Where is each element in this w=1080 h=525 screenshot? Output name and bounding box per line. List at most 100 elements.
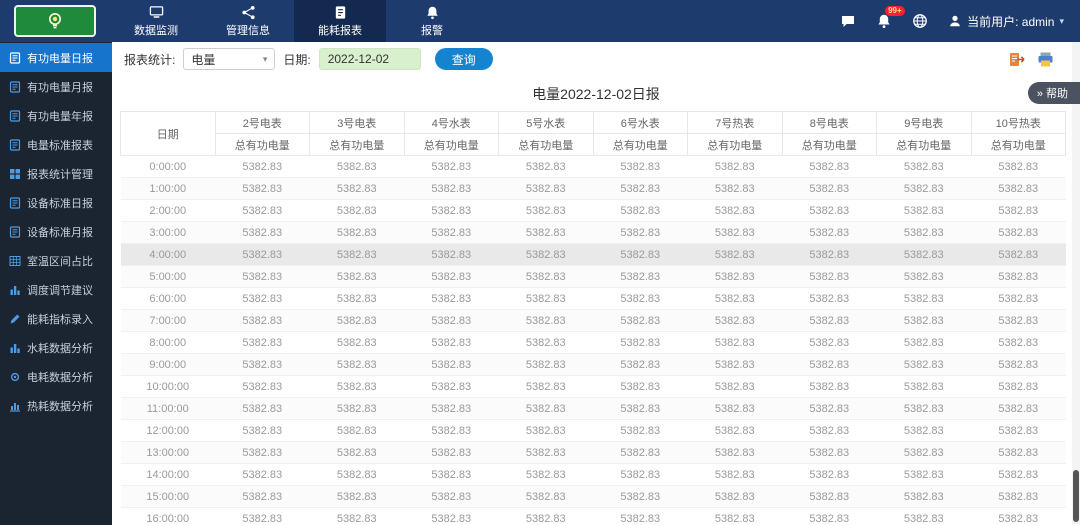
print-icon[interactable] bbox=[1037, 51, 1054, 68]
value-cell: 5382.83 bbox=[876, 397, 971, 420]
table-row[interactable]: 3:00:00 5382.83 5382.83 5382.83 5382.83 5382.… bbox=[120, 221, 1066, 244]
value-cell: 5382.83 bbox=[404, 155, 499, 178]
table-icon bbox=[9, 255, 21, 267]
value-cell: 5382.83 bbox=[971, 177, 1066, 200]
sidebar-item[interactable]: 热耗数据分析 bbox=[0, 391, 112, 420]
value-cell: 5382.83 bbox=[215, 485, 310, 508]
value-cell: 5382.83 bbox=[593, 221, 688, 244]
value-cell: 5382.83 bbox=[782, 331, 877, 354]
value-cell: 5382.83 bbox=[593, 287, 688, 310]
value-cell: 5382.83 bbox=[215, 199, 310, 222]
chat-icon[interactable] bbox=[840, 13, 856, 29]
value-cell: 5382.83 bbox=[971, 265, 1066, 288]
document-icon bbox=[333, 5, 348, 20]
value-cell: 5382.83 bbox=[782, 221, 877, 244]
value-cell: 5382.83 bbox=[215, 243, 310, 266]
table-row[interactable]: 11:00:00 5382.83 5382.83 5382.83 5382.83 5382… bbox=[120, 397, 1066, 420]
sidebar-item[interactable]: 有功电量日报 bbox=[0, 43, 112, 72]
table-row[interactable]: 13:00:00 5382.83 5382.83 5382.83 5382.83 5382… bbox=[120, 441, 1066, 464]
value-cell: 5382.83 bbox=[404, 199, 499, 222]
table-row[interactable]: 14:00:00 5382.83 5382.83 5382.83 5382.83 5382… bbox=[120, 463, 1066, 486]
nav-item-document[interactable]: 能耗报表 bbox=[294, 0, 386, 42]
value-cell: 5382.83 bbox=[971, 331, 1066, 354]
table-row[interactable]: 6:00:00 5382.83 5382.83 5382.83 5382.83 5382.… bbox=[120, 287, 1066, 310]
col-subheader: 总有功电量 bbox=[309, 133, 405, 156]
value-cell: 5382.83 bbox=[498, 155, 593, 178]
col-subheader: 总有功电量 bbox=[876, 133, 972, 156]
date-input[interactable]: 2022-12-02 bbox=[318, 48, 421, 70]
table-row[interactable]: 0:00:00 5382.83 5382.83 5382.83 5382.83 5382.… bbox=[120, 155, 1066, 178]
report-type-select[interactable]: 电量 ▾ bbox=[183, 48, 276, 70]
table-row[interactable]: 9:00:00 5382.83 5382.83 5382.83 5382.83 5382.… bbox=[120, 353, 1066, 376]
value-cell: 5382.83 bbox=[498, 375, 593, 398]
table-row[interactable]: 16:00:00 5382.83 5382.83 5382.83 5382.83 5382… bbox=[120, 507, 1066, 525]
nav-label: 数据监测 bbox=[134, 24, 178, 37]
bell-icon[interactable]: 99+ bbox=[876, 6, 905, 29]
report-toolbar: 报表统计: 电量 ▾ 日期: 2022-12-02 查询 bbox=[112, 42, 1080, 76]
value-cell: 5382.83 bbox=[876, 243, 971, 266]
export-icon[interactable] bbox=[1008, 51, 1025, 68]
time-cell: 13:00:00 bbox=[120, 441, 215, 464]
value-cell: 5382.83 bbox=[309, 287, 404, 310]
sidebar-item[interactable]: 设备标准日报 bbox=[0, 188, 112, 217]
table-row[interactable]: 7:00:00 5382.83 5382.83 5382.83 5382.83 5382.… bbox=[120, 309, 1066, 332]
report-type-value: 电量 bbox=[191, 52, 216, 67]
value-cell: 5382.83 bbox=[593, 353, 688, 376]
app-logo[interactable] bbox=[14, 5, 96, 37]
help-button[interactable]: » 帮助 bbox=[1027, 82, 1080, 104]
value-cell: 5382.83 bbox=[215, 331, 310, 354]
user-menu[interactable]: 当前用户: admin ▾ bbox=[948, 13, 1064, 30]
sidebar-item[interactable]: 电量标准报表 bbox=[0, 130, 112, 159]
value-cell: 5382.83 bbox=[215, 265, 310, 288]
sidebar-item[interactable]: 能耗指标录入 bbox=[0, 304, 112, 333]
table-row[interactable]: 10:00:00 5382.83 5382.83 5382.83 5382.83 5382… bbox=[120, 375, 1066, 398]
col-subheader: 总有功电量 bbox=[781, 133, 877, 156]
value-cell: 5382.83 bbox=[215, 309, 310, 332]
table-row[interactable]: 12:00:00 5382.83 5382.83 5382.83 5382.83 5382… bbox=[120, 419, 1066, 442]
time-cell: 11:00:00 bbox=[120, 397, 215, 420]
sidebar-item[interactable]: 报表统计管理 bbox=[0, 159, 112, 188]
table-row[interactable]: 1:00:00 5382.83 5382.83 5382.83 5382.83 5382.… bbox=[120, 177, 1066, 200]
sidebar-item-label: 报表统计管理 bbox=[27, 168, 93, 181]
table-row[interactable]: 4:00:00 5382.83 5382.83 5382.83 5382.83 5382.… bbox=[120, 243, 1066, 266]
value-cell: 5382.83 bbox=[782, 265, 877, 288]
sidebar-item[interactable]: 调度调节建议 bbox=[0, 275, 112, 304]
value-cell: 5382.83 bbox=[309, 397, 404, 420]
date-value: 2022-12-02 bbox=[327, 52, 390, 66]
nav-item-alarm[interactable]: 报警 bbox=[386, 0, 478, 42]
value-cell: 5382.83 bbox=[971, 155, 1066, 178]
nav-item-monitor[interactable]: 数据监测 bbox=[110, 0, 202, 42]
value-cell: 5382.83 bbox=[687, 309, 782, 332]
col-header-meter: 7号热表 bbox=[687, 111, 783, 134]
table-row[interactable]: 15:00:00 5382.83 5382.83 5382.83 5382.83 5382… bbox=[120, 485, 1066, 508]
time-cell: 2:00:00 bbox=[120, 199, 215, 222]
sidebar-item[interactable]: 水耗数据分析 bbox=[0, 333, 112, 362]
sidebar-item-label: 室温区间占比 bbox=[27, 255, 93, 268]
table-row[interactable]: 2:00:00 5382.83 5382.83 5382.83 5382.83 5382.… bbox=[120, 199, 1066, 222]
value-cell: 5382.83 bbox=[687, 331, 782, 354]
time-cell: 7:00:00 bbox=[120, 309, 215, 332]
scrollbar[interactable] bbox=[1072, 42, 1080, 525]
nav-item-share[interactable]: 管理信息 bbox=[202, 0, 294, 42]
value-cell: 5382.83 bbox=[971, 375, 1066, 398]
col-subheader: 总有功电量 bbox=[498, 133, 594, 156]
sidebar-item[interactable]: 有功电量月报 bbox=[0, 72, 112, 101]
value-cell: 5382.83 bbox=[782, 199, 877, 222]
sidebar-item[interactable]: 室温区间占比 bbox=[0, 246, 112, 275]
table-header: 日期 2号电表 3号电表 4号水表 5号水表 6号水表 7号热表 8号电表 9号电表 10号热表总… bbox=[120, 111, 1066, 156]
col-header-meter: 3号电表 bbox=[309, 111, 405, 134]
value-cell: 5382.83 bbox=[782, 309, 877, 332]
sidebar-item[interactable]: 电耗数据分析 bbox=[0, 362, 112, 391]
query-button[interactable]: 查询 bbox=[434, 48, 493, 70]
value-cell: 5382.83 bbox=[782, 485, 877, 508]
user-label: 当前用户: admin bbox=[967, 14, 1055, 29]
table-row[interactable]: 8:00:00 5382.83 5382.83 5382.83 5382.83 5382.… bbox=[120, 331, 1066, 354]
table-row[interactable]: 5:00:00 5382.83 5382.83 5382.83 5382.83 5382.… bbox=[120, 265, 1066, 288]
scrollbar-thumb[interactable] bbox=[1073, 470, 1079, 522]
value-cell: 5382.83 bbox=[404, 243, 499, 266]
value-cell: 5382.83 bbox=[971, 419, 1066, 442]
table-body: 0:00:00 5382.83 5382.83 5382.83 5382.83 5382.… bbox=[120, 155, 1066, 525]
globe-icon[interactable] bbox=[912, 13, 928, 29]
sidebar-item[interactable]: 设备标准月报 bbox=[0, 217, 112, 246]
sidebar-item[interactable]: 有功电量年报 bbox=[0, 101, 112, 130]
